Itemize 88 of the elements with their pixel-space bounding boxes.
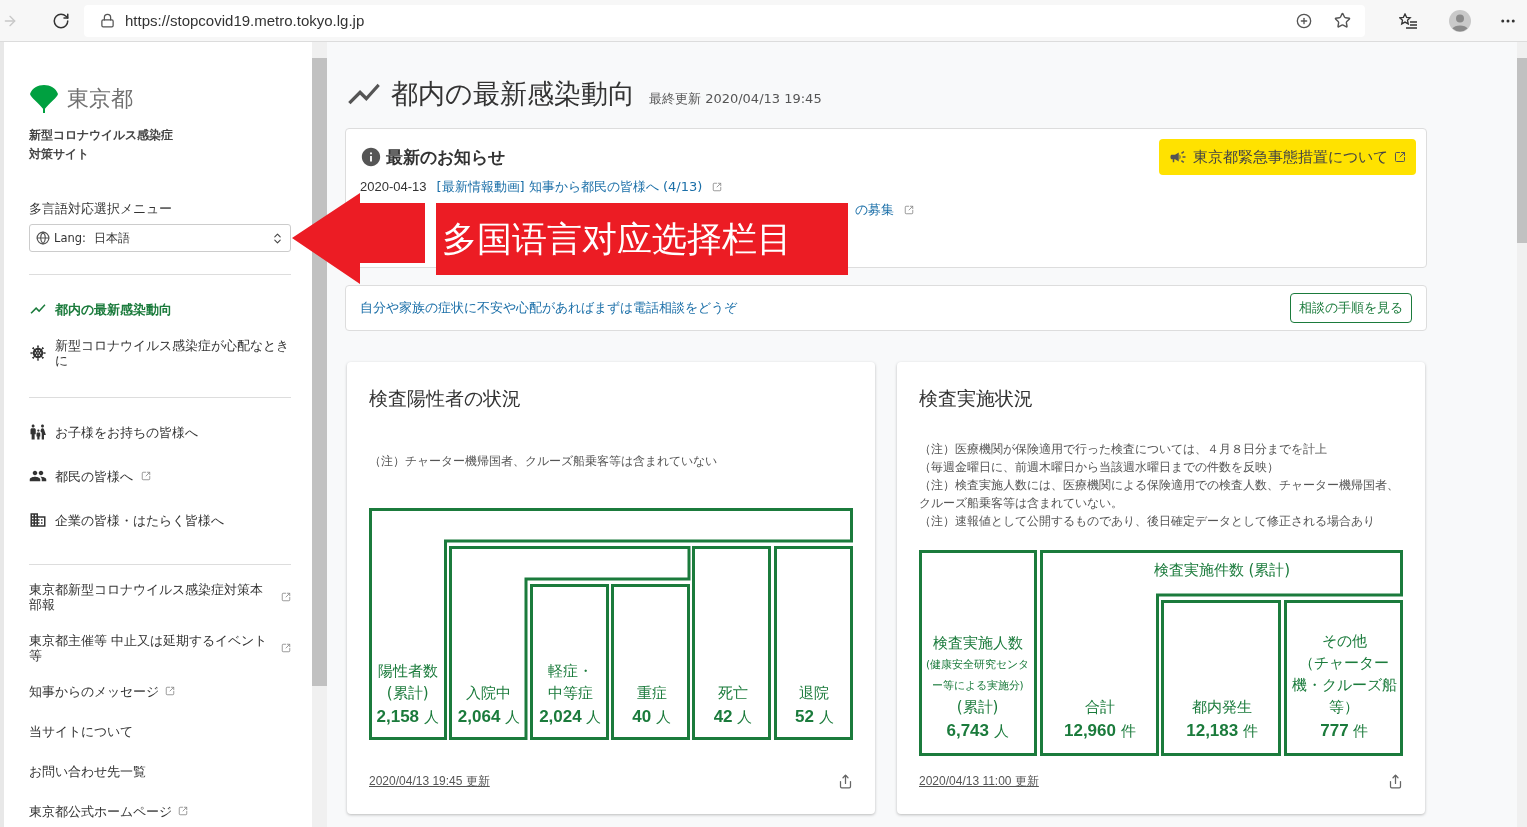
news-link[interactable]: [最新情報動画] 知事から都民の皆様へ (4/13) xyxy=(436,177,703,196)
star-icon[interactable] xyxy=(1334,12,1351,29)
sidebar-link[interactable]: 東京都主催等 中止又は延期するイベント等 xyxy=(29,633,291,663)
avatar-icon[interactable] xyxy=(1449,9,1471,32)
lock-icon xyxy=(100,13,115,28)
box-label: 陽性者数 xyxy=(377,661,438,682)
box-label: その他 xyxy=(1321,631,1367,652)
reload-icon[interactable] xyxy=(52,11,70,30)
external-link-icon xyxy=(141,471,151,481)
sidebar-link[interactable]: 当サイトについて xyxy=(29,719,291,743)
external-link-icon xyxy=(178,806,188,816)
box-value: 40 人 xyxy=(632,706,671,728)
site-title: 対策サイト xyxy=(29,146,90,163)
sidebar-link[interactable]: 東京都新型コロナウイルス感染症対策本部報 xyxy=(29,577,291,617)
external-link-icon xyxy=(712,181,723,192)
building-icon xyxy=(29,511,47,529)
box-value: 777 件 xyxy=(1320,720,1369,742)
box-label: （チャーター機・クルーズ船等） xyxy=(1290,653,1398,718)
sidebar-link[interactable]: お問い合わせ先一覧 xyxy=(29,759,291,783)
external-link-icon xyxy=(904,205,914,216)
external-link-icon xyxy=(281,592,291,602)
external-link-icon xyxy=(1394,151,1406,163)
box-value: 12,183 件 xyxy=(1186,720,1258,742)
family-icon xyxy=(29,423,47,441)
emergency-button[interactable]: 東京都緊急事態措置について xyxy=(1159,139,1416,175)
group-label: 検査実施件数 (累計) xyxy=(1152,561,1292,580)
scrollbar-thumb[interactable] xyxy=(312,58,327,686)
news-date: 2020-04-13 xyxy=(360,179,427,195)
box-note: (健康安全研究センター等による実施分) xyxy=(925,657,1031,693)
language-label: 多言語対応選択メニュー xyxy=(29,200,173,218)
add-circle-icon[interactable] xyxy=(1296,12,1312,29)
card-title: 検査実施状況 xyxy=(919,386,1034,411)
nav-item[interactable]: 都民の皆様へ xyxy=(29,454,291,498)
news-link[interactable]: の募集 xyxy=(855,201,894,220)
box-value: 42 人 xyxy=(713,706,753,728)
update-time-link[interactable]: 2020/04/13 11:00 更新 xyxy=(919,773,1039,790)
language-select[interactable]: Lang: 日本語 xyxy=(29,224,291,252)
logo-text: 東京都 xyxy=(67,85,133,113)
nav-item[interactable]: 企業の皆様・はたらく皆様へ xyxy=(29,498,291,542)
box-value: 2,158 人 xyxy=(376,706,439,728)
box-value: 52 人 xyxy=(794,706,834,728)
share-icon[interactable] xyxy=(838,774,853,789)
address-bar[interactable]: https://stopcovid19.metro.tokyo.lg.jp xyxy=(84,4,1365,37)
nav-item[interactable]: 新型コロナウイルス感染症が心配なときに xyxy=(29,331,291,375)
box-label: 軽症・ xyxy=(547,661,593,682)
up-down-icon xyxy=(271,231,284,245)
last-updated: 最終更新 2020/04/13 19:45 xyxy=(649,90,822,108)
box-label: (累計) xyxy=(386,683,429,704)
site-title: 新型コロナウイルス感染症 xyxy=(29,127,174,144)
card-note: （毎週金曜日に、前週木曜日から当該週水曜日までの件数を反映） xyxy=(919,459,1280,476)
box-label: 検査実施人数 xyxy=(932,633,1023,654)
box-label: 合計 xyxy=(1084,697,1115,718)
megaphone-icon xyxy=(1169,148,1187,166)
update-time-link[interactable]: 2020/04/13 19:45 更新 xyxy=(369,773,490,790)
share-icon[interactable] xyxy=(1388,774,1403,789)
annotation-label: 多国语言对应选择栏目 xyxy=(436,203,848,275)
card-title: 検査陽性者の状況 xyxy=(369,386,522,411)
box-label: 退院 xyxy=(799,683,830,704)
scrollbar-thumb[interactable] xyxy=(1517,58,1527,243)
box-label: 死亡 xyxy=(717,683,748,704)
page-title: 都内の最新感染動向 xyxy=(391,77,635,111)
box-value: 2,024 人 xyxy=(539,706,602,728)
box-label: 中等症 xyxy=(547,683,593,704)
consult-link[interactable]: 自分や家族の症状に不安や心配があればまずは電話相談をどうぞ xyxy=(360,299,737,317)
sidebar-link[interactable]: 知事からのメッセージ xyxy=(29,679,291,703)
nav-item[interactable]: お子様をお持ちの皆様へ xyxy=(29,410,291,454)
box-value: 12,960 件 xyxy=(1064,720,1136,742)
box-label: 入院中 xyxy=(466,683,512,704)
virus-icon xyxy=(29,344,47,362)
card-note: （注）速報値として公開するものであり、後日確定データとして修正される場合あり xyxy=(919,513,1376,530)
sidebar-link[interactable]: 東京都公式ホームページ xyxy=(29,799,291,823)
ginkgo-leaf-icon xyxy=(29,84,59,114)
box-label: 都内発生 xyxy=(1192,697,1253,718)
consult-steps-button[interactable]: 相談の手順を見る xyxy=(1290,293,1412,323)
box-label: 重症 xyxy=(636,683,667,704)
card-note: （注）検査実施人数には、医療機関による保険適用での検査人数、チャーター機帰国者、クルーズ船乗客等は含まれていない。 xyxy=(919,477,1400,512)
external-link-icon xyxy=(165,686,175,696)
box-value: 2,064 人 xyxy=(457,706,521,728)
nav-item[interactable]: 都内の最新感染動向 xyxy=(29,287,291,331)
globe-icon xyxy=(36,231,50,245)
favorites-icon[interactable] xyxy=(1399,12,1417,29)
card-note: （注）医療機関が保険適用で行った検査については、４月８日分までを計上 xyxy=(919,441,1328,458)
box-label: (累計) xyxy=(956,697,999,718)
info-icon xyxy=(360,146,382,168)
card-note: （注）チャーター機帰国者、クルーズ船乗客等は含まれていない xyxy=(369,453,718,470)
news-heading: 最新のお知らせ xyxy=(386,145,505,169)
external-link-icon xyxy=(281,643,291,653)
box-value: 6,743 人 xyxy=(946,720,1009,742)
